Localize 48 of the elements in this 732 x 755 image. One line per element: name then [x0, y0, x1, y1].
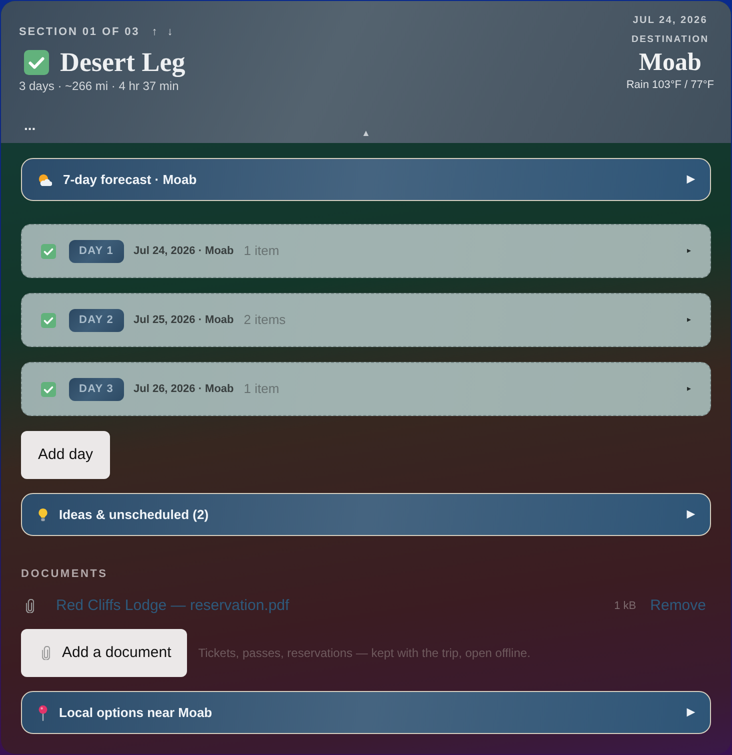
- forecast-panel[interactable]: 7-day forecast · Moab ▶: [21, 158, 711, 201]
- section-title: Desert Leg: [60, 46, 186, 78]
- local-options-panel[interactable]: Local options near Moab ▶: [21, 691, 711, 734]
- day-badge: DAY 3: [69, 378, 124, 400]
- destination-label: DESTINATION: [632, 33, 709, 47]
- destination-name: Moab: [638, 48, 702, 78]
- lightbulb-icon: [38, 508, 48, 522]
- add-document-button[interactable]: Add a document: [21, 629, 188, 677]
- panel-title: 7-day forecast · Moab: [63, 170, 198, 189]
- trip-date: JUL 24, 2026: [632, 14, 708, 28]
- day-row[interactable]: DAY 3 Jul 26, 2026 · Moab 1 item ▸: [21, 362, 711, 416]
- expand-arrow: ▸: [687, 385, 691, 393]
- day-date: Jul 25, 2026 · Moab: [134, 312, 234, 328]
- move-down-button[interactable]: ↓: [167, 26, 173, 38]
- sun-behind-cloud-icon: [38, 174, 52, 186]
- expand-arrow: ▶: [687, 708, 695, 718]
- day-row[interactable]: DAY 1 Jul 24, 2026 · Moab 1 item ▸: [21, 224, 711, 278]
- item-count: 1 item: [244, 242, 280, 260]
- expand-arrow: ▸: [687, 316, 691, 324]
- trip-summary: 3 days · ~266 mi · 4 hr 37 min: [19, 78, 180, 94]
- paperclip-icon: [42, 646, 50, 660]
- weather-summary: Rain 103°F / 77°F: [626, 78, 714, 92]
- day-date: Jul 26, 2026 · Moab: [134, 382, 234, 397]
- pin-icon: [38, 704, 48, 720]
- file-size: 1 kB: [614, 598, 636, 614]
- checkbox[interactable]: [41, 382, 56, 396]
- day-badge: DAY 2: [69, 308, 124, 332]
- checkbox[interactable]: [41, 312, 56, 328]
- section-label: SECTION 01 OF 03: [19, 24, 140, 40]
- day-date: Jul 24, 2026 · Moab: [134, 244, 234, 259]
- collapse-button[interactable]: ▲: [362, 128, 370, 138]
- documents-heading: DOCUMENTS: [21, 567, 109, 581]
- item-count: 2 items: [244, 311, 286, 330]
- expand-arrow: ▸: [687, 247, 691, 255]
- add-day-button[interactable]: Add day: [21, 431, 110, 479]
- ideas-panel[interactable]: Ideas & unscheduled (2) ▶: [21, 493, 711, 536]
- panel-title: Local options near Moab: [59, 704, 214, 722]
- more-button[interactable]: ...: [24, 120, 36, 130]
- day-row[interactable]: DAY 2 Jul 25, 2026 · Moab 2 items ▸: [21, 293, 711, 347]
- expand-arrow: ▶: [687, 510, 695, 520]
- checkbox[interactable]: [41, 244, 56, 258]
- expand-arrow: ▶: [687, 174, 695, 184]
- hint-text: Tickets, passes, reservations — kept with the trip, open offline.: [198, 645, 530, 662]
- move-up-button[interactable]: ↑: [152, 26, 158, 38]
- item-count: 1 item: [244, 380, 280, 398]
- day-badge: DAY 1: [69, 240, 124, 262]
- paperclip-icon: [26, 599, 34, 613]
- panel-title: Ideas & unscheduled (2): [59, 506, 210, 524]
